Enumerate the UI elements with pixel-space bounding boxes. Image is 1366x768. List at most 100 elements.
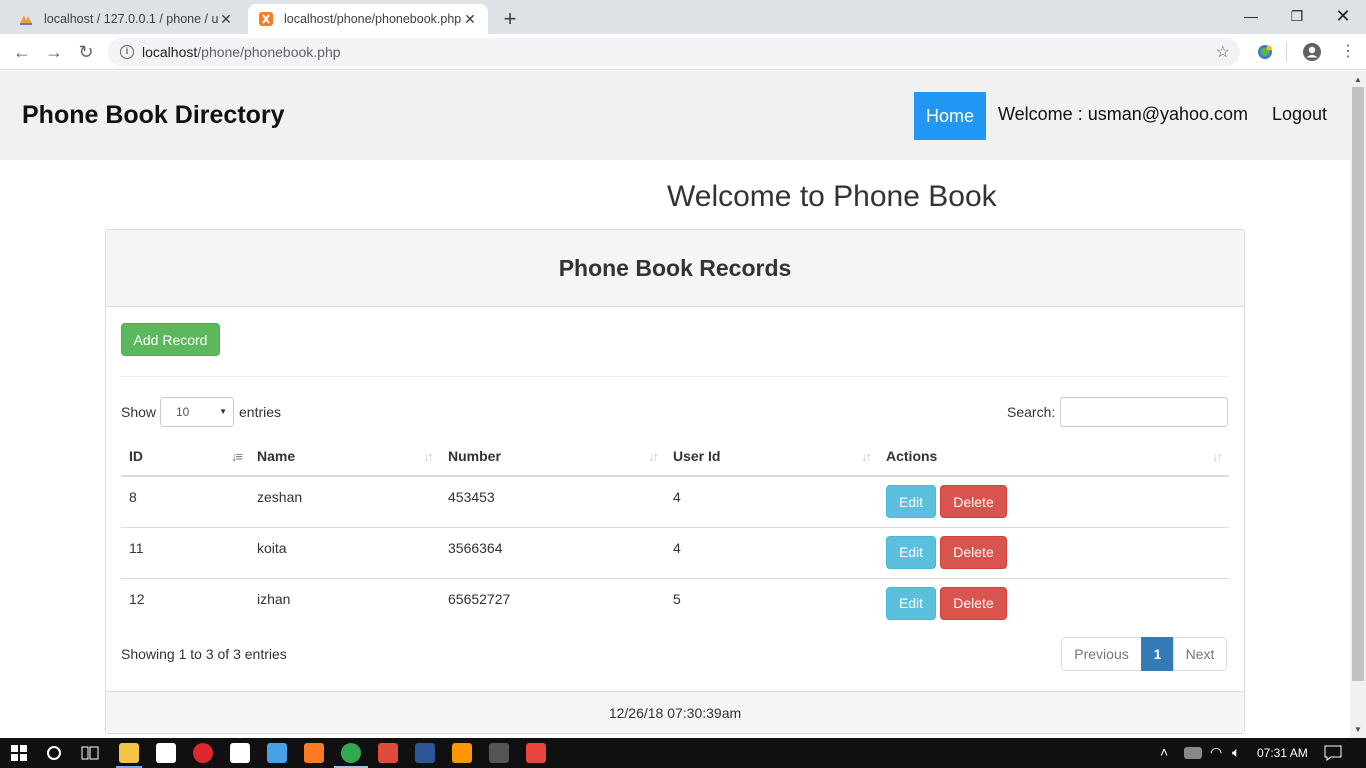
store-icon[interactable] [156, 743, 176, 763]
cell-name: koita [249, 526, 440, 578]
pagination-next[interactable]: Next [1173, 637, 1227, 671]
column-header-user-id[interactable]: User Id ↓↑ [665, 437, 878, 477]
sort-icon: ↓↑ [423, 449, 434, 464]
scroll-up-icon[interactable]: ▲ [1354, 75, 1362, 84]
column-header-number[interactable]: Number ↓↑ [440, 437, 665, 477]
edit-button[interactable]: Edit [886, 485, 936, 518]
cell-user-id: 5 [665, 577, 878, 629]
app-icon[interactable] [526, 743, 546, 763]
xampp-icon[interactable] [304, 743, 324, 763]
new-tab-button[interactable]: + [498, 6, 522, 32]
add-record-button[interactable]: Add Record [121, 323, 220, 356]
table-info: Showing 1 to 3 of 3 entries [121, 646, 287, 662]
cell-number: 453453 [440, 475, 665, 527]
page-title: Welcome to Phone Book [667, 180, 997, 213]
task-view-icon[interactable] [81, 745, 99, 761]
scrollbar-thumb[interactable] [1352, 87, 1364, 681]
page-length-select[interactable]: 10 ▼ [160, 397, 234, 427]
menu-kebab-icon[interactable]: ⋮ [1340, 42, 1356, 62]
git-icon[interactable] [378, 743, 398, 763]
column-header-name[interactable]: Name ↓↑ [249, 437, 440, 477]
chevron-up-icon[interactable]: ˄ [1160, 744, 1168, 760]
phpmyadmin-icon [20, 15, 32, 25]
search-input[interactable] [1060, 397, 1228, 427]
clock-time[interactable]: 07:31 AM [1257, 746, 1308, 760]
cell-actions: Edit Delete [878, 577, 1229, 629]
records-table: ID ↓≡ Name ↓↑ Number ↓↑ User Id ↓↑ Actio… [121, 437, 1229, 629]
cell-actions: Edit Delete [878, 526, 1229, 578]
browser-tab-phonebook[interactable]: localhost/phone/phonebook.php ✕ [248, 4, 488, 34]
cell-user-id: 4 [665, 526, 878, 578]
delete-button[interactable]: Delete [940, 485, 1007, 518]
nav-welcome-user[interactable]: Welcome : usman@yahoo.com [998, 104, 1248, 125]
profile-avatar-icon[interactable] [1302, 42, 1322, 62]
cell-id: 11 [121, 526, 249, 578]
notifications-icon[interactable] [1324, 745, 1342, 761]
cell-number: 3566364 [440, 526, 665, 578]
site-brand[interactable]: Phone Book Directory [22, 101, 285, 130]
pagination: Previous 1 Next [1061, 637, 1227, 671]
address-bar[interactable]: i localhost /phone/phonebook.php ☆ [108, 38, 1240, 66]
page-viewport: Phone Book Directory Home Welcome : usma… [0, 71, 1350, 738]
windows-start-icon[interactable] [11, 745, 27, 761]
column-header-actions[interactable]: Actions ↓↑ [878, 437, 1229, 477]
column-header-id[interactable]: ID ↓≡ [121, 437, 249, 477]
column-header-label: Actions [886, 448, 938, 464]
nav-home-link[interactable]: Home [914, 92, 986, 140]
battery-icon[interactable] [1184, 747, 1202, 759]
chevron-down-icon: ▼ [219, 407, 227, 416]
pagination-page-1[interactable]: 1 [1141, 637, 1174, 671]
browser-tab-bar: localhost / 127.0.0.1 / phone / us ✕ loc… [0, 0, 1366, 34]
bookmark-star-icon[interactable]: ☆ [1216, 42, 1230, 62]
close-window-icon[interactable]: ✕ [1320, 4, 1366, 28]
forward-arrow-icon[interactable]: → [42, 40, 66, 64]
page-scrollbar[interactable]: ▲ ▼ [1350, 71, 1366, 738]
volume-icon[interactable]: 🔈︎ [1232, 744, 1240, 761]
file-explorer-icon[interactable] [119, 743, 139, 763]
site-header: Phone Book Directory Home Welcome : usma… [0, 71, 1350, 160]
edit-button[interactable]: Edit [886, 586, 936, 620]
table-row: 8 zeshan 453453 4 Edit Delete [121, 475, 1229, 527]
column-header-label: Name [257, 448, 296, 464]
entries-label: entries [239, 404, 282, 420]
url-path: /phone/phonebook.php [197, 44, 341, 60]
toolbar-divider [1286, 42, 1287, 62]
url-host: localhost [142, 44, 198, 60]
nav-logout-link[interactable]: Logout [1272, 104, 1327, 125]
table-row: 11 koita 3566364 4 Edit Delete [121, 526, 1229, 578]
site-info-icon[interactable]: i [120, 45, 134, 59]
windows-taskbar: ˄ ◠ 🔈︎ 07:31 AM [0, 738, 1366, 768]
wifi-icon[interactable]: ◠ [1210, 744, 1222, 761]
close-tab-icon[interactable]: ✕ [218, 11, 234, 28]
show-label: Show [121, 404, 157, 420]
divider [121, 376, 1229, 377]
delete-button[interactable]: Delete [940, 535, 1007, 569]
virtualbox-icon[interactable] [267, 743, 287, 763]
reload-icon[interactable]: ↻ [74, 40, 98, 64]
search-label: Search: [1007, 404, 1056, 420]
restore-icon[interactable]: ❐ [1274, 4, 1320, 28]
search-icon[interactable] [46, 745, 62, 761]
back-arrow-icon[interactable]: ← [10, 40, 34, 64]
cell-name: izhan [249, 577, 440, 629]
sublime-text-icon[interactable] [452, 743, 472, 763]
powershell-icon[interactable] [415, 743, 435, 763]
scroll-down-icon[interactable]: ▼ [1354, 725, 1362, 734]
sort-icon: ↓↑ [648, 449, 659, 464]
cell-actions: Edit Delete [878, 475, 1229, 527]
minimize-icon[interactable]: — [1228, 4, 1274, 28]
sort-icon: ↓↑ [861, 449, 872, 464]
edit-button[interactable]: Edit [886, 535, 936, 569]
close-tab-icon[interactable]: ✕ [462, 11, 478, 28]
opera-icon[interactable] [193, 743, 213, 763]
cell-user-id: 4 [665, 475, 878, 527]
cell-id: 8 [121, 475, 249, 527]
pagination-previous[interactable]: Previous [1061, 637, 1142, 671]
extension-globe-icon[interactable] [1256, 43, 1274, 61]
browser-tab-phpmyadmin[interactable]: localhost / 127.0.0.1 / phone / us ✕ [8, 4, 244, 34]
delete-button[interactable]: Delete [940, 586, 1007, 620]
command-prompt-icon[interactable] [489, 743, 509, 763]
records-panel: Phone Book Records Add Record Show 10 ▼ … [105, 229, 1245, 734]
chrome-icon[interactable] [341, 743, 361, 763]
mail-icon[interactable] [230, 743, 250, 763]
